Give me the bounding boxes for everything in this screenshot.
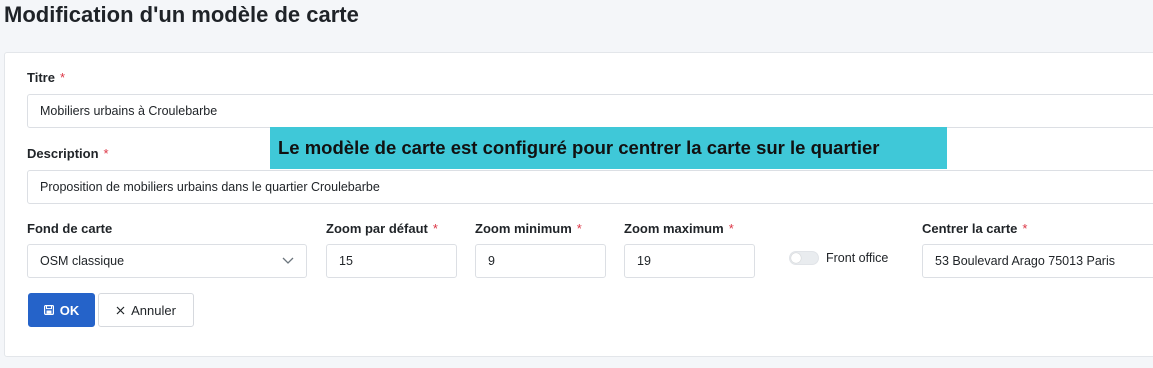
close-icon <box>116 303 125 318</box>
fond-de-carte-label: Fond de carte <box>27 221 112 236</box>
description-label-text: Description <box>27 146 99 161</box>
zoom-minimum-label-text: Zoom minimum <box>475 221 572 236</box>
zoom-maximum-label: Zoom maximum * <box>624 221 734 236</box>
required-mark: * <box>59 70 65 85</box>
description-label: Description * <box>27 146 109 161</box>
save-icon <box>43 303 54 318</box>
required-mark: * <box>1022 221 1028 236</box>
required-mark: * <box>432 221 438 236</box>
zoom-minimum-label: Zoom minimum * <box>475 221 582 236</box>
fond-de-carte-label-text: Fond de carte <box>27 221 113 236</box>
cancel-button[interactable]: Annuler <box>98 293 194 327</box>
titre-label: Titre * <box>27 70 65 85</box>
zoom-maximum-input[interactable] <box>624 244 755 278</box>
required-mark: * <box>576 221 582 236</box>
toggle-knob <box>791 253 801 263</box>
fond-de-carte-value: OSM classique <box>40 254 125 268</box>
front-office-label: Front office <box>826 251 889 265</box>
required-mark: * <box>103 146 109 161</box>
description-input[interactable] <box>27 170 1153 204</box>
map-template-form: Titre * Description * Fond de carte OSM cl… <box>4 52 1153 357</box>
front-office-toggle[interactable] <box>789 251 819 265</box>
cancel-button-label: Annuler <box>131 302 176 318</box>
zoom-defaut-label-text: Zoom par défaut <box>326 221 428 236</box>
zoom-minimum-input[interactable] <box>475 244 606 278</box>
zoom-maximum-label-text: Zoom maximum <box>624 221 724 236</box>
zoom-defaut-label: Zoom par défaut * <box>326 221 438 236</box>
titre-input[interactable] <box>27 94 1153 128</box>
required-mark: * <box>728 221 734 236</box>
centrer-carte-input[interactable] <box>922 244 1153 278</box>
zoom-defaut-input[interactable] <box>326 244 457 278</box>
centrer-carte-label: Centrer la carte * <box>922 221 1027 236</box>
ok-button-label: OK <box>59 302 80 318</box>
annotation-banner: Le modèle de carte est configuré pour ce… <box>270 127 947 169</box>
fond-de-carte-select[interactable]: OSM classique <box>27 244 307 278</box>
centrer-carte-label-text: Centrer la carte <box>922 221 1018 236</box>
page-title: Modification d'un modèle de carte <box>4 2 359 27</box>
chevron-down-icon <box>282 254 294 268</box>
titre-label-text: Titre <box>27 70 55 85</box>
ok-button[interactable]: OK <box>28 293 95 327</box>
